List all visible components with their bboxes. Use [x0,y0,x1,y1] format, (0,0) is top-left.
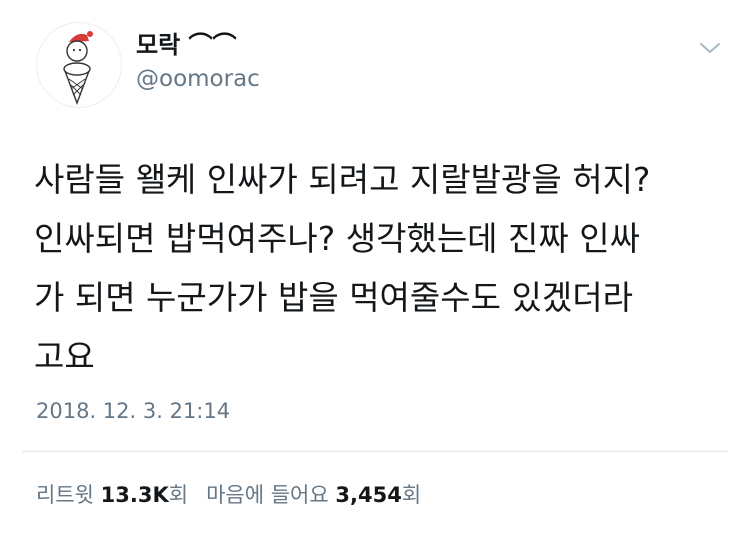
retweets-stat[interactable]: 리트윗 13.3K회 [36,483,188,507]
display-name[interactable]: 모락 ⌒⌒ [136,30,260,60]
tweet-text: 사람들 왤케 인싸가 되려고 지랄발광을 허지? 인싸되면 밥먹여주나? 생각했… [34,160,651,376]
likes-count: 3,454 [335,483,402,507]
tweet-stats: 리트윗 13.3K회 마음에 들어요 3,454회 [36,480,421,510]
retweets-unit: 회 [168,483,189,507]
retweets-label: 리트윗 [36,483,94,507]
retweets-count: 13.3K [100,483,169,507]
chevron-down-icon[interactable] [698,40,722,56]
user-handle[interactable]: @oomorac [136,64,260,94]
likes-stat[interactable]: 마음에 들어요 3,454회 [206,483,421,507]
divider [22,451,728,452]
ice-cream-avatar-icon [63,31,93,105]
tweet-header: 모락 ⌒⌒ @oomorac [36,22,726,112]
author-block: 모락 ⌒⌒ @oomorac [136,30,260,94]
tweet-timestamp[interactable]: 2018. 12. 3. 21:14 [36,397,230,425]
likes-unit: 회 [401,483,422,507]
avatar[interactable] [36,22,122,108]
likes-label: 마음에 들어요 [206,483,329,507]
